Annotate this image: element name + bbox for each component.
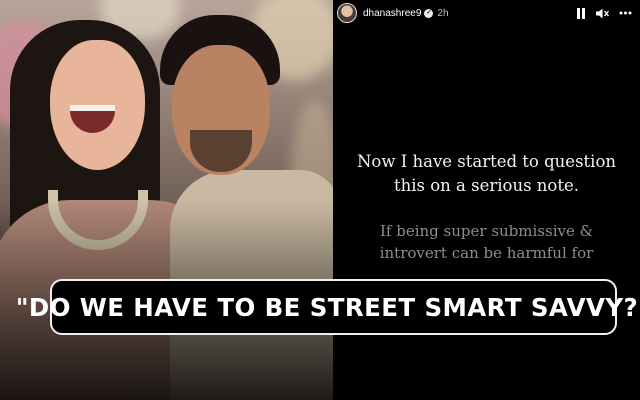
profile-avatar[interactable] xyxy=(337,3,357,23)
more-icon[interactable] xyxy=(619,11,632,15)
pause-icon[interactable] xyxy=(576,7,586,19)
story-timestamp: 2h xyxy=(437,7,449,19)
mute-icon[interactable] xyxy=(596,8,609,19)
story-line: If being super submissive & xyxy=(380,222,593,240)
story-username[interactable]: dhanashree9 xyxy=(363,8,421,19)
story-controls xyxy=(576,7,632,19)
instagram-story: dhanashree9 ✓ 2h Now I have started to q… xyxy=(333,0,640,400)
headline-text: "DO WE HAVE TO BE STREET SMART SAVVY?" xyxy=(15,292,640,322)
story-line: this on a serious note. xyxy=(393,176,579,195)
couple-photo xyxy=(0,0,333,400)
story-header: dhanashree9 ✓ 2h xyxy=(333,0,640,26)
story-text: Now I have started to question this on a… xyxy=(333,150,640,264)
headline-banner: "DO WE HAVE TO BE STREET SMART SAVVY?" xyxy=(16,279,640,335)
story-line: Now I have started to question xyxy=(356,152,617,171)
verified-badge-icon: ✓ xyxy=(424,8,434,18)
story-line: introvert can be harmful for xyxy=(379,244,594,262)
